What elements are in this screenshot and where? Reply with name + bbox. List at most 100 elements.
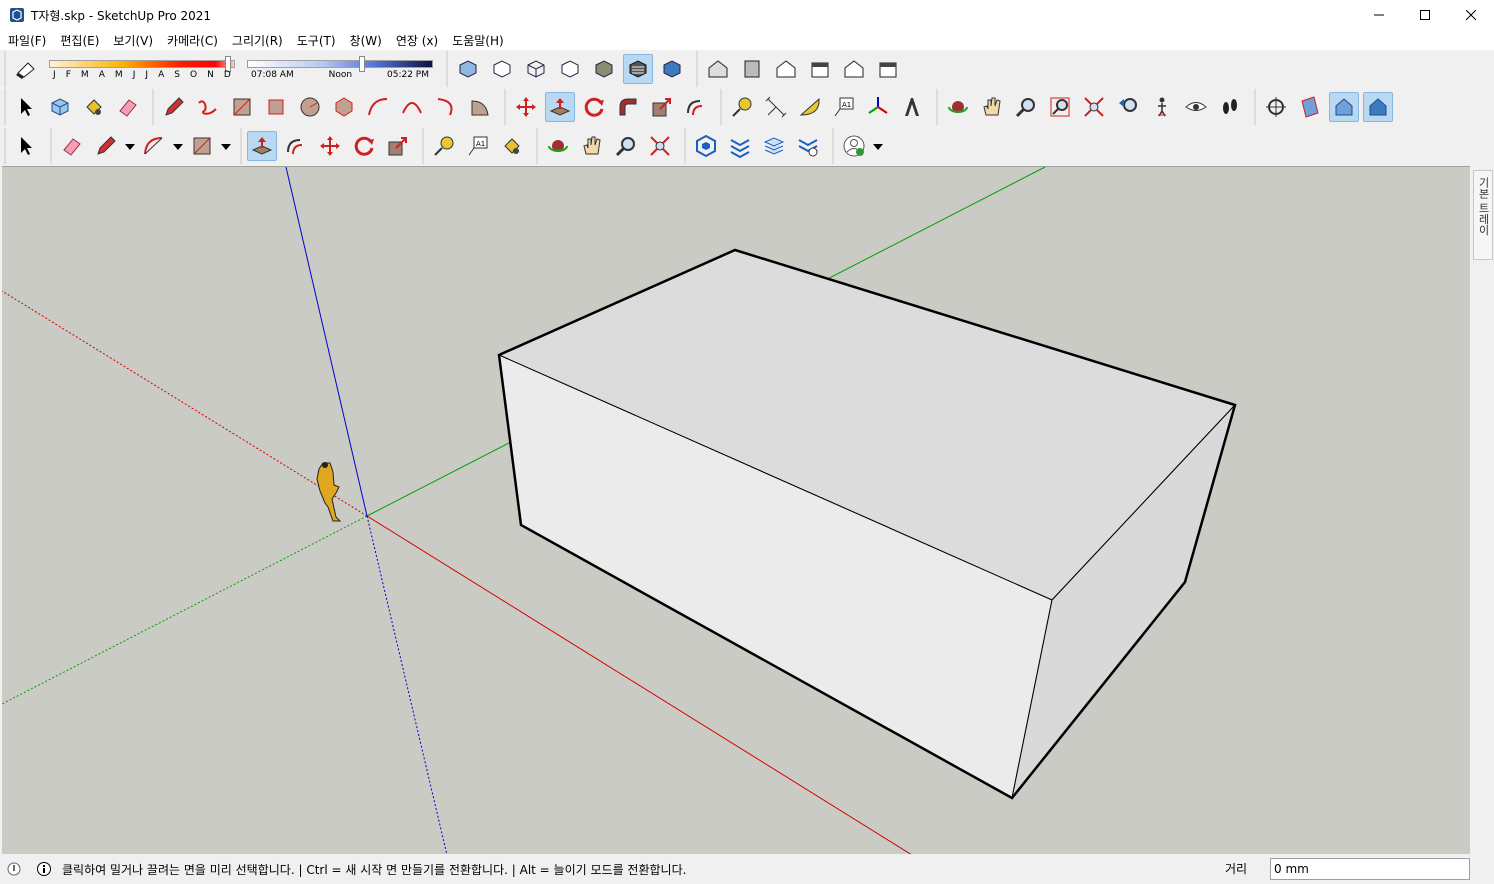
tape-measure-button[interactable] — [727, 92, 757, 122]
line-tool-dropdown[interactable] — [123, 131, 137, 161]
time-slider[interactable]: 07:08 AM Noon 05:22 PM — [247, 54, 433, 84]
polygon-button[interactable] — [329, 92, 359, 122]
display-section-cuts-button[interactable] — [1329, 92, 1359, 122]
menu-draw[interactable]: 그리기(R) — [232, 32, 283, 49]
menu-view[interactable]: 보기(V) — [113, 32, 153, 49]
right-view-button[interactable] — [805, 54, 835, 84]
3d-text-button[interactable] — [897, 92, 927, 122]
circle-button[interactable] — [295, 92, 325, 122]
zoom-extents-button[interactable] — [1079, 92, 1109, 122]
close-button[interactable] — [1448, 0, 1494, 30]
left-view-button[interactable] — [873, 54, 903, 84]
menu-camera[interactable]: 카메라(C) — [167, 32, 218, 49]
menu-tools[interactable]: 도구(T) — [297, 32, 336, 49]
viewport-canvas[interactable] — [2, 167, 1470, 854]
freehand-button[interactable] — [193, 92, 223, 122]
line-button[interactable] — [159, 92, 189, 122]
move-tool-button[interactable] — [315, 131, 345, 161]
rotate-tool-button[interactable] — [349, 131, 379, 161]
extension-manager-button[interactable] — [793, 131, 823, 161]
shape-tool-button[interactable] — [187, 131, 217, 161]
pan-tool-button[interactable] — [577, 131, 607, 161]
iso-view-button[interactable] — [703, 54, 733, 84]
tape-measure-tool-button[interactable] — [429, 131, 459, 161]
account-dropdown[interactable] — [871, 131, 885, 161]
scale-figure[interactable] — [316, 462, 342, 522]
three-point-arc-button[interactable] — [431, 92, 461, 122]
axes-button[interactable] — [863, 92, 893, 122]
paint-bucket-tool-button[interactable] — [497, 131, 527, 161]
rotated-rectangle-button[interactable] — [261, 92, 291, 122]
maximize-button[interactable] — [1402, 0, 1448, 30]
pie-button[interactable] — [465, 92, 495, 122]
offset-tool-button[interactable] — [281, 131, 311, 161]
top-view-button[interactable] — [737, 54, 767, 84]
shaded-button[interactable] — [589, 54, 619, 84]
display-section-planes-button[interactable] — [1295, 92, 1325, 122]
info-icon[interactable] — [36, 861, 52, 877]
paint-bucket-button[interactable] — [79, 92, 109, 122]
orbit-button[interactable] — [943, 92, 973, 122]
zoom-tool-button[interactable] — [611, 131, 641, 161]
account-button[interactable] — [839, 131, 869, 161]
xray-button[interactable] — [453, 54, 483, 84]
menu-help[interactable]: 도움말(H) — [452, 32, 504, 49]
orbit-tool-button[interactable] — [543, 131, 573, 161]
position-camera-button[interactable] — [1147, 92, 1177, 122]
display-section-fill-button[interactable] — [1363, 92, 1393, 122]
default-tray-tab[interactable]: 기본 트레이 — [1473, 170, 1493, 260]
layout-button[interactable] — [759, 131, 789, 161]
section-plane-button[interactable] — [1261, 92, 1291, 122]
arc-button[interactable] — [363, 92, 393, 122]
modeling-viewport[interactable] — [2, 166, 1470, 854]
zoom-extents-tool-button[interactable] — [645, 131, 675, 161]
monochrome-button[interactable] — [657, 54, 687, 84]
make-component-button[interactable] — [45, 92, 75, 122]
line-tool-button[interactable] — [91, 131, 121, 161]
menu-window[interactable]: 창(W) — [350, 32, 382, 49]
previous-view-button[interactable] — [1113, 92, 1143, 122]
measurement-input[interactable]: 0 mm — [1270, 858, 1470, 880]
select-button[interactable] — [11, 92, 41, 122]
push-pull-button[interactable] — [545, 92, 575, 122]
minimize-button[interactable] — [1356, 0, 1402, 30]
rectangle-button[interactable] — [227, 92, 257, 122]
rotate-button[interactable] — [579, 92, 609, 122]
arc-tool-dropdown[interactable] — [171, 131, 185, 161]
zoom-button[interactable] — [1011, 92, 1041, 122]
move-button[interactable] — [511, 92, 541, 122]
time-slider-track[interactable] — [247, 60, 433, 68]
extension-warehouse-button[interactable] — [725, 131, 755, 161]
protractor-button[interactable] — [795, 92, 825, 122]
box-solid[interactable] — [497, 248, 1237, 800]
month-slider-track[interactable] — [49, 60, 235, 68]
pan-button[interactable] — [977, 92, 1007, 122]
shape-tool-dropdown[interactable] — [219, 131, 233, 161]
follow-me-button[interactable] — [613, 92, 643, 122]
text-button[interactable]: A1 — [829, 92, 859, 122]
shaded-with-textures-button[interactable] — [623, 54, 653, 84]
wireframe-button[interactable] — [521, 54, 551, 84]
look-around-button[interactable] — [1181, 92, 1211, 122]
scale-tool-button[interactable] — [383, 131, 413, 161]
back-edges-button[interactable] — [487, 54, 517, 84]
menu-file[interactable]: 파일(F) — [8, 32, 46, 49]
arc-tool-button[interactable] — [139, 131, 169, 161]
dimension-button[interactable] — [761, 92, 791, 122]
menu-extensions[interactable]: 연장 (x) — [396, 32, 438, 49]
zoom-window-button[interactable] — [1045, 92, 1075, 122]
3d-warehouse-button[interactable] — [691, 131, 721, 161]
text-tool-button[interactable]: A1 — [463, 131, 493, 161]
eraser-tool-button[interactable] — [57, 131, 87, 161]
month-slider[interactable]: JFMAMJJASOND — [49, 54, 235, 84]
offset-button[interactable] — [681, 92, 711, 122]
walk-button[interactable] — [1215, 92, 1245, 122]
select-tool-button[interactable] — [11, 131, 41, 161]
shadow-toggle-button[interactable] — [11, 54, 41, 84]
scale-button[interactable] — [647, 92, 677, 122]
hidden-line-button[interactable] — [555, 54, 585, 84]
push-pull-tool-button[interactable] — [247, 131, 277, 161]
back-view-button[interactable] — [839, 54, 869, 84]
front-view-button[interactable] — [771, 54, 801, 84]
geo-location-icon[interactable] — [6, 861, 22, 877]
